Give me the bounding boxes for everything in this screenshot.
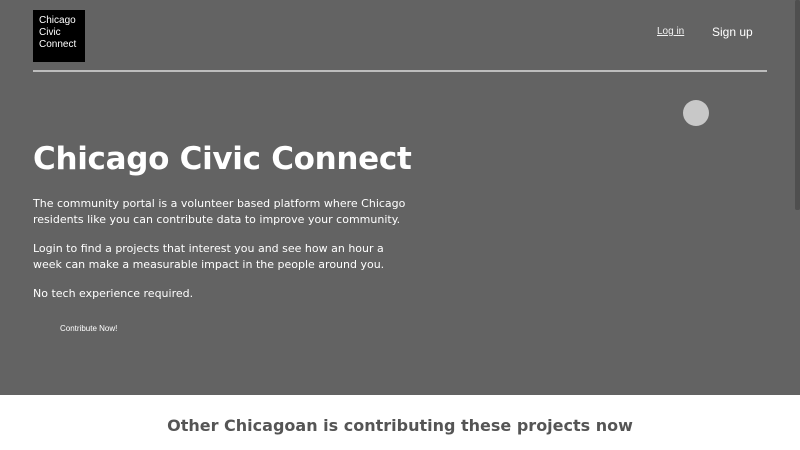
logo-line-2: Civic xyxy=(39,27,61,38)
login-link[interactable]: Log in xyxy=(657,26,684,37)
contribute-now-button[interactable]: Contribute Now! xyxy=(60,324,117,333)
signup-link[interactable]: Sign up xyxy=(712,25,753,39)
no-tech-paragraph: No tech experience required. xyxy=(33,287,194,300)
projects-section-heading: Other Chicagoan is contributing these pr… xyxy=(167,416,633,435)
header-divider xyxy=(33,70,767,72)
page-title: Chicago Civic Connect xyxy=(33,141,412,177)
page-scrollbar[interactable] xyxy=(795,0,800,210)
logo-line-1: Chicago xyxy=(39,15,76,26)
logo[interactable]: Chicago Civic Connect xyxy=(33,10,85,62)
login-paragraph: Login to find a projects that interest y… xyxy=(33,242,385,271)
avatar[interactable] xyxy=(683,100,709,126)
intro-paragraph: The community portal is a volunteer base… xyxy=(33,197,406,226)
logo-line-3: Connect xyxy=(39,39,77,50)
hero-section: Chicago Civic Connect Log in Sign up Chi… xyxy=(0,0,800,395)
